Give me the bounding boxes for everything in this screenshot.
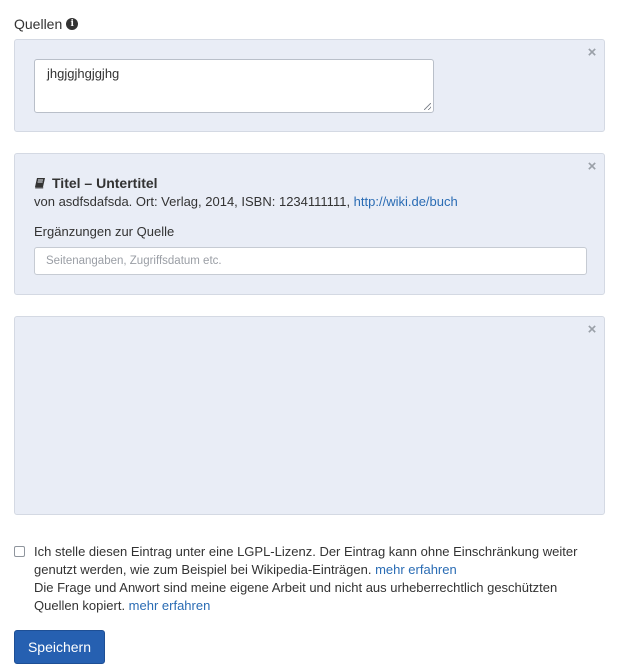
close-icon[interactable]: × — [586, 45, 598, 60]
source-textarea[interactable]: jhgjgjhgjgjhg — [34, 59, 434, 113]
learn-more-link-1[interactable]: mehr erfahren — [375, 562, 457, 577]
source-panel-freetext: × jhgjgjhgjgjhg — [14, 39, 605, 132]
info-icon[interactable]: i — [66, 18, 79, 30]
supplement-input[interactable] — [34, 247, 587, 275]
close-icon[interactable]: × — [586, 159, 598, 174]
source-title-text: Titel – Untertitel — [52, 175, 158, 191]
sources-label: Quellen — [14, 16, 63, 32]
source-panel-book: × Titel – Untertitel von asdfsdafsda. Or… — [14, 153, 605, 295]
sources-heading: Quellen i — [14, 16, 79, 32]
license-line-2: Die Frage und Anwort sind meine eigene A… — [34, 580, 558, 613]
resize-grip-icon[interactable] — [424, 103, 431, 110]
close-icon[interactable]: × — [586, 322, 598, 337]
save-button[interactable]: Speichern — [14, 630, 105, 664]
source-panel-empty[interactable]: × — [14, 316, 605, 515]
source-link[interactable]: http://wiki.de/buch — [354, 194, 458, 209]
source-meta-text: von asdfsdafsda. Ort: Verlag, 2014, ISBN… — [34, 194, 354, 209]
learn-more-link-2[interactable]: mehr erfahren — [129, 598, 211, 613]
supplement-label: Ergänzungen zur Quelle — [34, 224, 175, 239]
license-text: Ich stelle diesen Eintrag unter eine LGP… — [34, 543, 594, 615]
source-meta: von asdfsdafsda. Ort: Verlag, 2014, ISBN… — [34, 194, 458, 209]
license-line-1: Ich stelle diesen Eintrag unter eine LGP… — [34, 544, 578, 577]
source-title: Titel – Untertitel — [34, 175, 158, 191]
book-icon — [35, 178, 45, 189]
license-checkbox[interactable] — [14, 546, 25, 557]
